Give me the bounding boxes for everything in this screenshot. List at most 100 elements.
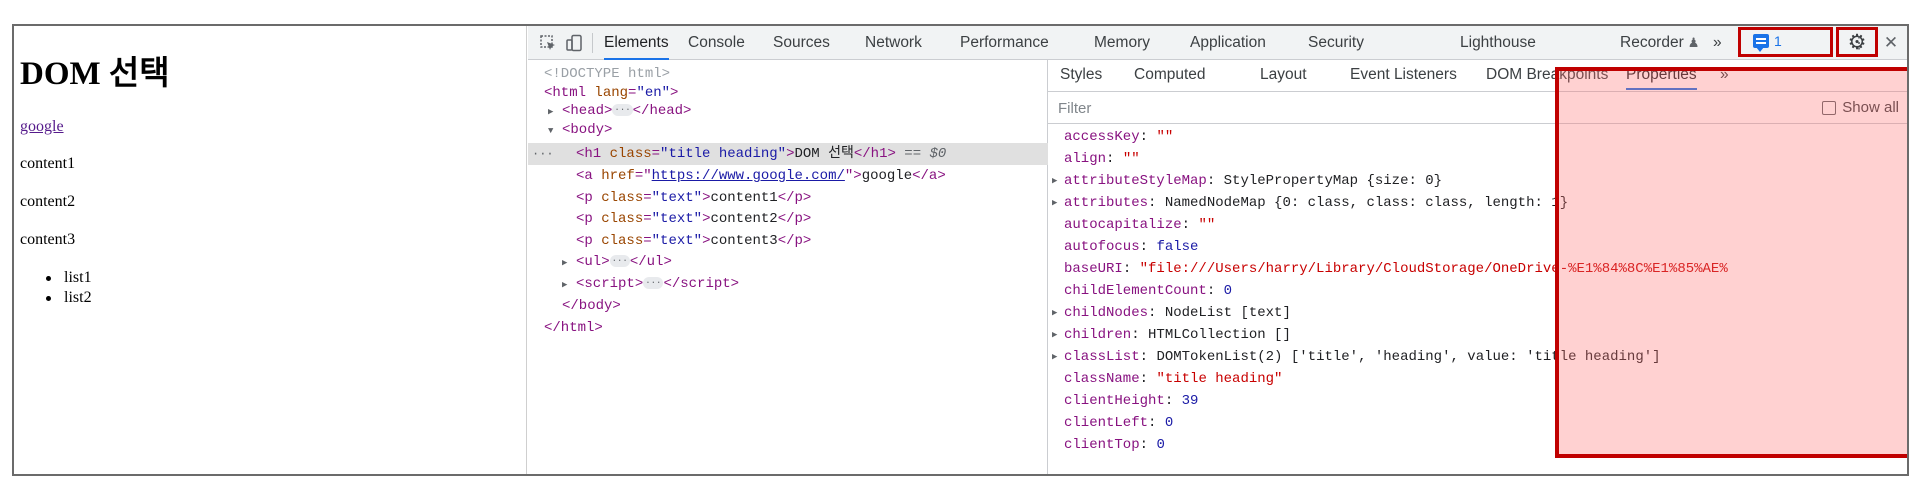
show-all-checkbox[interactable]: Show all	[1822, 99, 1899, 116]
property-key: attributes	[1064, 195, 1149, 211]
tab-performance[interactable]: Performance	[960, 26, 1049, 60]
property-key: childNodes	[1064, 305, 1149, 321]
property-row[interactable]: ▶ attributes: NamedNodeMap {0: class, cla…	[1048, 192, 1907, 214]
checkbox-icon[interactable]	[1822, 100, 1837, 115]
doctype-line[interactable]: <!DOCTYPE html>	[544, 64, 670, 84]
p-node[interactable]: <p class="text">content2</p>	[576, 209, 811, 229]
tab-lighthouse[interactable]: Lighthouse	[1460, 26, 1536, 60]
attr-name: class	[601, 190, 644, 206]
attr-name: class	[601, 233, 644, 249]
tag-name: ul	[584, 254, 602, 270]
google-link[interactable]: google	[20, 118, 64, 136]
property-value: 0	[1223, 283, 1233, 299]
property-row[interactable]: ▶ children: HTMLCollection []	[1048, 324, 1907, 346]
attr-name: class	[609, 146, 652, 162]
attr-name: lang	[594, 85, 629, 101]
more-menu-icon[interactable]: ⋮	[1851, 31, 1867, 55]
property-value: ""	[1122, 151, 1140, 167]
node-text: content3	[710, 233, 778, 249]
tab-application[interactable]: Application	[1190, 26, 1266, 60]
property-row[interactable]: autofocus: false	[1048, 236, 1907, 258]
property-value: false	[1156, 239, 1199, 255]
body-close-tag[interactable]: </body>	[562, 296, 621, 316]
more-tabs-button[interactable]: »	[1713, 26, 1722, 60]
h1-node[interactable]: <h1 class="title heading">DOM 선택</h1> ==…	[576, 144, 946, 164]
expand-arrow-icon[interactable]: ▶	[1052, 324, 1057, 346]
tab-console[interactable]: Console	[688, 26, 745, 60]
show-all-label: Show all	[1842, 99, 1899, 116]
html-close-tag[interactable]: </html>	[544, 318, 603, 338]
node-actions-dots[interactable]: ···	[532, 143, 554, 165]
property-row[interactable]: clientTop: 0	[1048, 434, 1907, 456]
property-row[interactable]: ▶ attributeStyleMap: StylePropertyMap {si…	[1048, 170, 1907, 192]
doctype-text: <!DOCTYPE html>	[544, 66, 671, 82]
html-node[interactable]: <html lang="en">	[544, 83, 678, 103]
tag-name: body	[570, 122, 605, 138]
expand-arrow-icon[interactable]: ▶	[548, 102, 562, 122]
expand-arrow-icon[interactable]: ▶	[1052, 302, 1057, 324]
tab-network[interactable]: Network	[865, 26, 922, 60]
issues-button[interactable]: 1	[1738, 27, 1833, 57]
property-row[interactable]: autocapitalize: ""	[1048, 214, 1907, 236]
filter-input[interactable]	[1058, 98, 1658, 118]
property-row[interactable]: baseURI: "file:///Users/harry/Library/Cl…	[1048, 258, 1907, 280]
tab-security[interactable]: Security	[1308, 26, 1364, 60]
tag-name: ul	[646, 254, 664, 270]
property-row[interactable]: align: ""	[1048, 148, 1907, 170]
body-node[interactable]: ▼ <body>	[548, 120, 612, 140]
inspect-element-icon[interactable]	[536, 31, 560, 55]
ellipsis-badge[interactable]: ···	[612, 104, 633, 117]
attr-name: href	[601, 168, 635, 184]
close-devtools-icon[interactable]: ✕	[1878, 31, 1904, 55]
expand-arrow-icon[interactable]: ▶	[562, 275, 576, 295]
expand-arrow-icon[interactable]: ▶	[1052, 170, 1057, 192]
p-node[interactable]: <p class="text">content1</p>	[576, 188, 811, 208]
property-key: align	[1064, 151, 1107, 167]
ellipsis-badge[interactable]: ···	[609, 255, 630, 268]
tag-name: head	[570, 103, 605, 119]
tab-properties[interactable]: Properties	[1626, 60, 1697, 90]
list-item: list2	[40, 288, 92, 308]
property-row[interactable]: clientHeight: 39	[1048, 390, 1907, 412]
expand-arrow-icon[interactable]: ▶	[1052, 192, 1057, 214]
tag-name: head	[649, 103, 684, 119]
property-row[interactable]: clientLeft: 0	[1048, 412, 1907, 434]
attr-value: "text"	[651, 211, 703, 227]
screenshot-frame: DOM 선택 google content1 content2 content3…	[12, 24, 1909, 476]
ul-node[interactable]: ▶ <ul> ··· </ul>	[562, 252, 672, 272]
property-row[interactable]: ▶ childNodes: NodeList [text]	[1048, 302, 1907, 324]
expand-arrow-icon[interactable]: ▶	[1052, 346, 1057, 368]
tab-memory[interactable]: Memory	[1094, 26, 1150, 60]
property-key: clientLeft	[1064, 415, 1149, 431]
sidebar-more-tabs[interactable]: »	[1720, 60, 1729, 90]
script-node[interactable]: ▶ <script> ··· </script>	[562, 274, 739, 294]
tab-computed[interactable]: Computed	[1134, 60, 1206, 90]
property-row[interactable]: childElementCount: 0	[1048, 280, 1907, 302]
tab-elements[interactable]: Elements	[604, 26, 669, 60]
a-node[interactable]: <a href="https://www.google.com/">google…	[576, 166, 946, 186]
tab-dom-breakpoints[interactable]: DOM Breakpoints	[1486, 60, 1608, 90]
property-value: HTMLCollection []	[1148, 327, 1291, 343]
node-text: content2	[710, 211, 778, 227]
property-row[interactable]: className: "title heading"	[1048, 368, 1907, 390]
tab-event-listeners[interactable]: Event Listeners	[1350, 60, 1457, 90]
property-value: ""	[1198, 217, 1216, 233]
ellipsis-badge[interactable]: ···	[643, 277, 664, 290]
collapse-arrow-icon[interactable]: ▼	[548, 121, 562, 141]
devtools-toolbar: Elements Console Sources Network Perform…	[528, 26, 1907, 60]
head-node[interactable]: ▶ <head> ··· </head>	[548, 101, 691, 121]
property-row[interactable]: ▶ classList: DOMTokenList(2) ['title', 'h…	[1048, 346, 1907, 368]
p-node[interactable]: <p class="text">content3</p>	[576, 231, 811, 251]
property-row[interactable]: accessKey: ""	[1048, 126, 1907, 148]
href-link[interactable]: https://www.google.com/	[652, 168, 845, 184]
tab-layout[interactable]: Layout	[1260, 60, 1307, 90]
tag-name: p	[584, 190, 593, 206]
tab-styles[interactable]: Styles	[1060, 60, 1102, 90]
tab-sources[interactable]: Sources	[773, 26, 830, 60]
device-toolbar-icon[interactable]	[562, 31, 586, 55]
tag-name: p	[794, 233, 803, 249]
expand-arrow-icon[interactable]: ▶	[562, 253, 576, 273]
tab-recorder[interactable]: Recorder ♟	[1620, 26, 1699, 60]
elements-tree: ··· <!DOCTYPE html> <html lang="en"> ▶ <h…	[528, 60, 1048, 474]
property-value: 0	[1156, 437, 1165, 453]
